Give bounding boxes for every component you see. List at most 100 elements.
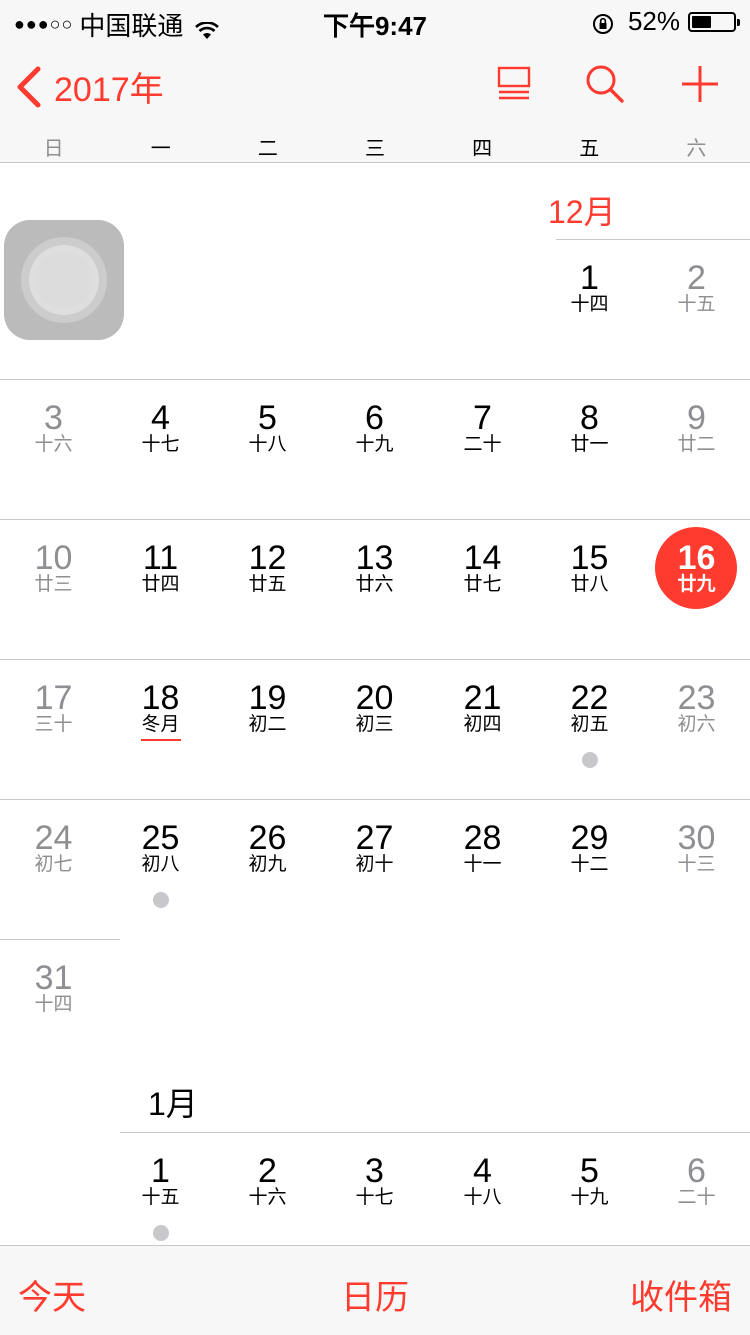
- day-cell-dec-31[interactable]: 31 十四: [0, 958, 107, 1016]
- day-number: 5: [580, 1152, 599, 1190]
- day-cell-dec-25[interactable]: 25 初八: [107, 818, 214, 908]
- event-indicator-dot: [152, 1225, 169, 1241]
- day-cell-dec-24[interactable]: 24 初七: [0, 818, 107, 876]
- day-number: 3: [365, 1152, 384, 1190]
- lunar-date: 十三: [677, 854, 716, 875]
- day-cell-dec-9[interactable]: 9 廿二: [643, 398, 750, 456]
- weekday-mon: 一: [150, 138, 171, 160]
- assistive-touch-center: [35, 251, 93, 309]
- day-number: 23: [677, 679, 716, 717]
- day-cell-dec-27[interactable]: 27 初十: [321, 818, 428, 876]
- day-number: 6: [687, 1152, 706, 1190]
- day-cell-dec-12[interactable]: 12 廿五: [214, 538, 321, 596]
- status-bar: ●●●○○ 中国联通 下午9:47 52%: [0, 0, 750, 41]
- day-cell-jan-3[interactable]: 3 十七: [321, 1151, 428, 1209]
- list-view-icon: [497, 66, 531, 100]
- day-cell-dec-13[interactable]: 13 廿六: [321, 538, 428, 596]
- day-number: 22: [570, 679, 609, 717]
- day-cell-jan-1[interactable]: 1 十五: [107, 1151, 214, 1241]
- event-indicator-dot: [581, 752, 598, 768]
- day-cell-jan-5[interactable]: 5 十九: [536, 1151, 643, 1209]
- row-separator: [556, 239, 750, 240]
- day-number: 9: [687, 399, 706, 437]
- lunar-date: 十六: [34, 434, 73, 455]
- search-button[interactable]: [583, 62, 627, 106]
- weekday-tue: 二: [257, 138, 278, 160]
- lunar-date: 廿四: [141, 574, 180, 595]
- lunar-date: 二十: [677, 1187, 716, 1208]
- day-number: 30: [677, 819, 716, 857]
- day-cell-dec-22[interactable]: 22 初五: [536, 678, 643, 768]
- back-to-year-button[interactable]: 2017年: [14, 62, 164, 111]
- day-cell-dec-4[interactable]: 4 十七: [107, 398, 214, 456]
- day-cell-dec-7[interactable]: 7 二十: [429, 398, 536, 456]
- day-cell-dec-28[interactable]: 28 十一: [429, 818, 536, 876]
- lunar-date: 二十: [463, 434, 502, 455]
- row-separator: [0, 379, 750, 380]
- day-number: 19: [248, 679, 287, 717]
- day-cell-dec-15[interactable]: 15 廿八: [536, 538, 643, 596]
- day-cell-dec-5[interactable]: 5 十八: [214, 398, 321, 456]
- lunar-date: 廿二: [677, 434, 716, 455]
- day-cell-dec-18[interactable]: 18 冬月: [107, 678, 214, 741]
- bottom-toolbar: 今天 日历 收件箱: [0, 1245, 750, 1335]
- day-number: 15: [570, 539, 609, 577]
- lunar-date: 廿七: [463, 574, 502, 595]
- day-number: 27: [355, 819, 394, 857]
- day-number: 12: [248, 539, 287, 577]
- chevron-left-icon: [17, 66, 41, 107]
- day-cell-dec-26[interactable]: 26 初九: [214, 818, 321, 876]
- day-cell-dec-29[interactable]: 29 十二: [536, 818, 643, 876]
- day-cell-dec-8[interactable]: 8 廿一: [536, 398, 643, 456]
- day-cell-dec-14[interactable]: 14 廿七: [429, 538, 536, 596]
- day-number: 17: [34, 679, 73, 717]
- day-cell-dec-6[interactable]: 6 十九: [321, 398, 428, 456]
- lunar-date: 廿五: [248, 574, 287, 595]
- day-cell-jan-2[interactable]: 2 十六: [214, 1151, 321, 1209]
- month-label-january: 1月: [148, 1086, 198, 1122]
- lunar-date: 十九: [355, 434, 394, 455]
- lunar-date: 十二: [570, 854, 609, 875]
- day-cell-dec-11[interactable]: 11 廿四: [107, 538, 214, 596]
- month-label-december: 12月: [548, 194, 616, 230]
- day-cell-dec-23[interactable]: 23 初六: [643, 678, 750, 736]
- lunar-date: 十五: [141, 1187, 180, 1208]
- day-cell-dec-10[interactable]: 10 廿三: [0, 538, 107, 596]
- event-indicator-dot: [152, 892, 169, 908]
- day-cell-jan-6[interactable]: 6 二十: [643, 1151, 750, 1209]
- lunar-date: 初六: [677, 714, 716, 735]
- day-number: 2: [258, 1152, 277, 1190]
- assistive-touch-button[interactable]: [4, 220, 124, 340]
- inbox-button[interactable]: 收件箱: [630, 1270, 732, 1319]
- lunar-date: 廿三: [34, 574, 73, 595]
- day-number: 1: [151, 1152, 170, 1190]
- day-number: 6: [365, 399, 384, 437]
- day-cell-dec-21[interactable]: 21 初四: [429, 678, 536, 736]
- add-event-button[interactable]: [678, 62, 722, 106]
- day-cell-dec-1[interactable]: 1 十四: [536, 258, 643, 316]
- battery-level: [692, 15, 711, 28]
- lunar-date: 廿一: [570, 434, 609, 455]
- day-number: 18: [141, 679, 180, 717]
- lunar-date: 冬月: [141, 714, 180, 735]
- today-day-cell-dec-16[interactable]: 16 廿九: [643, 527, 750, 609]
- lunar-date: 初二: [248, 714, 287, 735]
- lunar-date: 十四: [34, 994, 73, 1015]
- day-number: 29: [570, 819, 609, 857]
- day-number: 31: [34, 959, 73, 997]
- day-cell-dec-19[interactable]: 19 初二: [214, 678, 321, 736]
- day-number: 8: [580, 399, 599, 437]
- day-cell-dec-2[interactable]: 2 十五: [643, 258, 750, 316]
- day-cell-dec-17[interactable]: 17 三十: [0, 678, 107, 736]
- row-separator: [0, 659, 750, 660]
- day-number: 4: [473, 1152, 492, 1190]
- weekday-sat: 六: [686, 138, 707, 160]
- list-view-button[interactable]: [492, 62, 536, 106]
- lunar-date: 十四: [570, 294, 609, 315]
- day-number: 16: [677, 539, 716, 577]
- day-cell-dec-3[interactable]: 3 十六: [0, 398, 107, 456]
- lunar-date: 初三: [355, 714, 394, 735]
- day-cell-dec-20[interactable]: 20 初三: [321, 678, 428, 736]
- day-cell-dec-30[interactable]: 30 十三: [643, 818, 750, 876]
- day-cell-jan-4[interactable]: 4 十八: [429, 1151, 536, 1209]
